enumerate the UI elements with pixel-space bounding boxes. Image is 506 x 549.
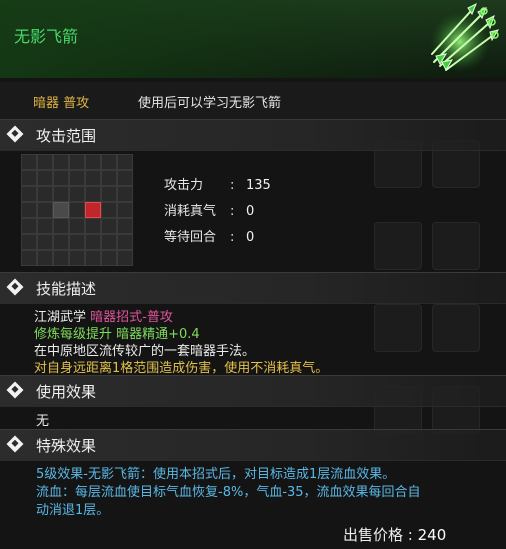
- range-cell: [101, 250, 117, 266]
- range-cell: [117, 186, 133, 202]
- stat-wait-turns: 等待回合:0: [164, 226, 254, 245]
- range-cell: [69, 154, 85, 170]
- range-cell: [69, 186, 85, 202]
- range-cell: [117, 250, 133, 266]
- diamond-bullet-icon: [6, 435, 24, 453]
- section-label: 特殊效果: [36, 437, 97, 455]
- section-attack-range: 攻击范围: [0, 119, 506, 151]
- range-cell: [85, 234, 101, 250]
- range-cell: [37, 218, 53, 234]
- ghost-slot: [374, 222, 422, 270]
- range-cell: [85, 154, 101, 170]
- range-cell: [53, 170, 69, 186]
- range-cell: [101, 154, 117, 170]
- range-cell: [21, 186, 37, 202]
- range-cell: [101, 170, 117, 186]
- range-cell: [69, 234, 85, 250]
- stat-value: 0: [246, 230, 255, 245]
- range-cell: [69, 202, 85, 218]
- stat-qi-cost: 消耗真气:0: [164, 200, 254, 219]
- range-cell: [21, 202, 37, 218]
- section-label: 攻击范围: [36, 127, 97, 145]
- range-cell: [69, 218, 85, 234]
- range-cell: [117, 202, 133, 218]
- range-cell: [21, 154, 37, 170]
- range-cell: [69, 250, 85, 266]
- range-cell: [53, 218, 69, 234]
- stat-key: 等待回合: [164, 230, 217, 245]
- section-label: 使用效果: [36, 383, 97, 401]
- item-title: 无影飞箭: [14, 27, 79, 46]
- ghost-slot: [374, 304, 422, 352]
- range-cell: [37, 234, 53, 250]
- range-cell: [21, 170, 37, 186]
- range-cell: [37, 250, 53, 266]
- stat-colon: :: [230, 230, 235, 245]
- stat-colon: :: [230, 204, 235, 219]
- special-effect-line: 动消退1层。: [36, 503, 110, 518]
- range-cell: [101, 234, 117, 250]
- diamond-bullet-icon: [6, 381, 24, 399]
- skill-effect-summary: 对自身远距离1格范围造成伤害，使用不消耗真气。: [34, 361, 329, 376]
- range-cell: [101, 186, 117, 202]
- ghost-slot: [432, 304, 480, 352]
- range-self-cell: [53, 202, 69, 218]
- range-cell: [53, 154, 69, 170]
- sell-price-value: 240: [417, 526, 447, 544]
- range-cell: [37, 202, 53, 218]
- range-cell: [85, 218, 101, 234]
- stat-attack: 攻击力:135: [164, 174, 271, 193]
- range-cell: [37, 186, 53, 202]
- range-cell: [37, 170, 53, 186]
- range-target-cell: [85, 202, 101, 218]
- range-cell: [117, 234, 133, 250]
- item-subtitle: 暗器 普攻 使用后可以学习无影飞箭: [0, 82, 506, 120]
- range-cell: [101, 202, 117, 218]
- range-cell: [37, 154, 53, 170]
- special-effect-line: 5级效果-无影飞箭：使用本招式后，对目标造成1层流血效果。: [36, 467, 396, 482]
- range-cell: [85, 170, 101, 186]
- range-cell: [117, 218, 133, 234]
- sell-price: 出售价格 : 240: [343, 524, 446, 545]
- sell-price-colon: :: [407, 526, 413, 544]
- item-category-tag: 暗器 普攻: [33, 96, 90, 111]
- stat-key: 消耗真气: [164, 204, 217, 219]
- diamond-bullet-icon: [6, 278, 24, 296]
- range-cell: [85, 186, 101, 202]
- section-special-effect: 特殊效果: [0, 429, 506, 461]
- range-cell: [117, 170, 133, 186]
- stat-colon: :: [230, 178, 235, 193]
- item-usage-description: 使用后可以学习无影飞箭: [138, 96, 282, 111]
- range-cell: [85, 250, 101, 266]
- item-tooltip: 无影飞箭 暗器 普攻 使用后可以学习无影飞箭 攻击范围 攻击力: 135 消耗…: [0, 0, 506, 549]
- use-effect-text: 无: [36, 414, 50, 429]
- range-cell: [21, 250, 37, 266]
- section-skill-description: 技能描述: [0, 272, 506, 304]
- sell-price-label: 出售价格: [343, 526, 404, 544]
- section-use-effect: 使用效果: [0, 375, 506, 407]
- green-flying-darts-icon: [422, 2, 500, 77]
- stat-value: 135: [246, 178, 271, 193]
- range-cell: [53, 250, 69, 266]
- section-label: 技能描述: [36, 280, 97, 298]
- stat-key: 攻击力: [164, 178, 204, 193]
- range-cell: [53, 186, 69, 202]
- range-cell: [117, 154, 133, 170]
- stat-value: 0: [246, 204, 255, 219]
- range-cell: [21, 234, 37, 250]
- ghost-slot: [432, 222, 480, 270]
- range-cell: [69, 170, 85, 186]
- range-cell: [101, 218, 117, 234]
- tooltip-header: 无影飞箭: [0, 0, 506, 78]
- range-cell: [21, 218, 37, 234]
- diamond-bullet-icon: [6, 125, 24, 143]
- range-cell: [53, 234, 69, 250]
- special-effect-line: 流血：每层流血使目标气血恢复-8%，气血-35，流血效果每回合自: [36, 485, 421, 500]
